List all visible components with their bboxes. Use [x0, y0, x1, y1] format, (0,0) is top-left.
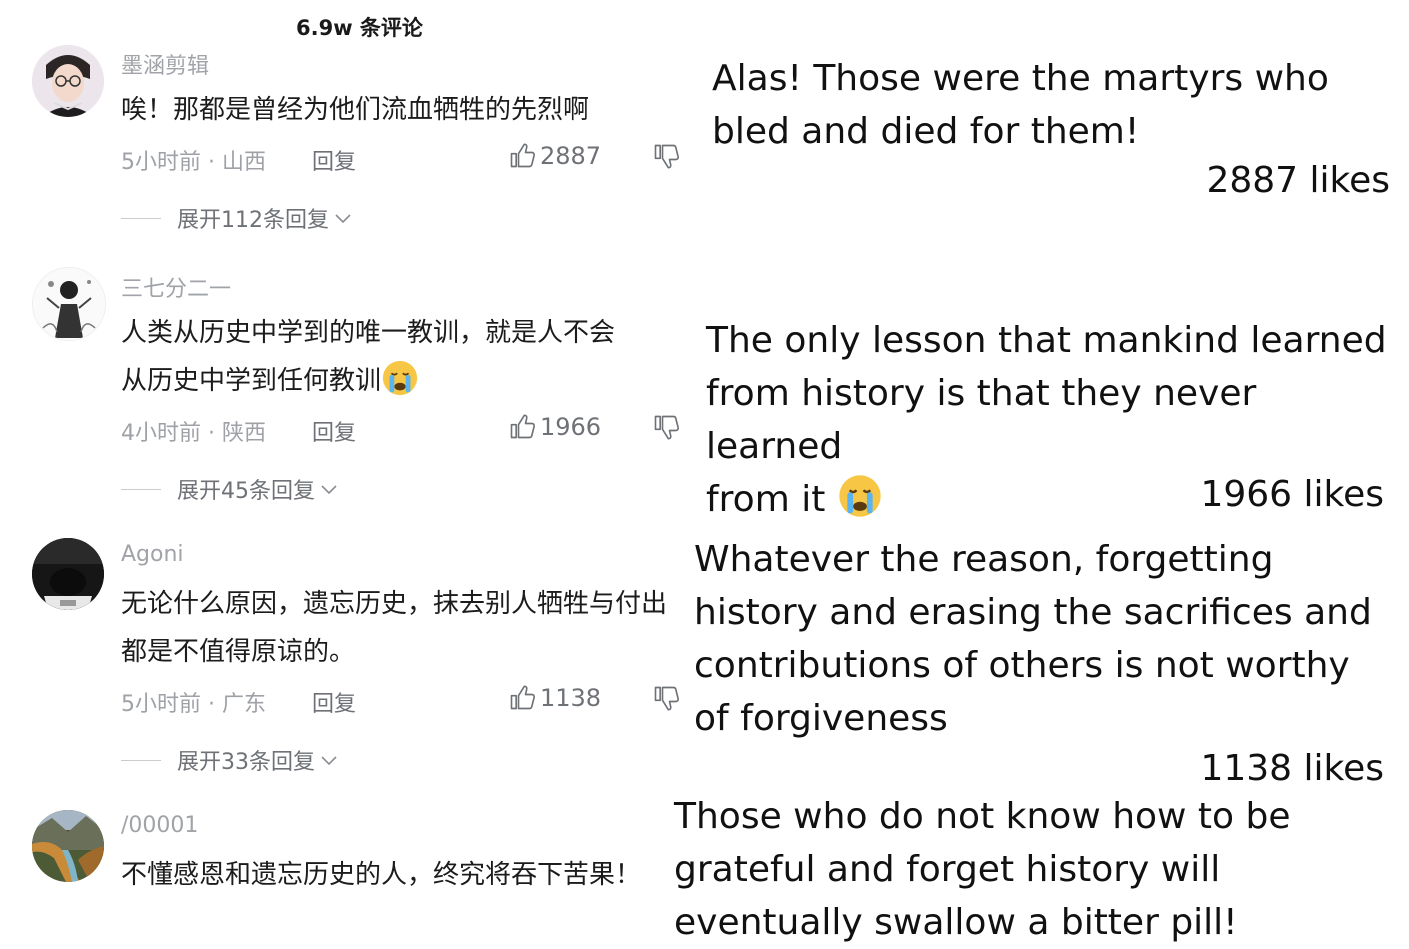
translation-3: Whatever the reason, forgetting history …	[694, 539, 1372, 739]
chevron-down-icon	[335, 214, 351, 224]
thumbs-up-icon	[510, 685, 536, 710]
thumbs-down-icon	[654, 144, 680, 169]
avatar-river-landscape-icon	[32, 810, 104, 882]
likes-translation-3: 1138 likes	[1200, 748, 1384, 789]
dislike-button[interactable]	[652, 413, 680, 445]
avatar[interactable]	[32, 45, 104, 117]
crying-face-emoji-icon	[839, 475, 881, 517]
comment-text-line-2: 从历史中学到任何教训	[121, 357, 681, 405]
reply-button[interactable]: 回复	[312, 144, 356, 176]
chevron-down-icon	[321, 485, 337, 495]
thumbs-down-icon	[654, 415, 680, 440]
comment-text: 无论什么原因，遗忘历史，抹去别人牺牲与付出都是不值得原谅的。	[121, 589, 668, 667]
username[interactable]: Agoni	[121, 542, 184, 567]
translation-2-line-1: The only lesson that mankind learned	[706, 320, 1387, 361]
time-location: 4小时前 · 陕西	[121, 421, 266, 446]
comment-count-title: 6.9w 条评论	[296, 16, 423, 40]
expand-replies-button[interactable]: 展开112条回复	[121, 202, 353, 234]
thumbs-down-icon	[654, 686, 680, 711]
username[interactable]: 三七分二一	[121, 271, 231, 303]
dislike-button[interactable]	[652, 142, 680, 174]
translation-2-line-2: from history is that they never learned	[706, 373, 1257, 467]
comment-text-line-2-content: 从历史中学到任何教训	[121, 366, 382, 396]
avatar[interactable]	[32, 267, 106, 341]
avatar[interactable]	[32, 810, 104, 882]
expand-replies-button[interactable]: 展开33条回复	[121, 744, 339, 776]
translation-1: Alas! Those were the martyrs who bled an…	[712, 58, 1329, 152]
likes-translation-1: 2887 likes	[1206, 160, 1390, 201]
like-button[interactable]: 1138	[508, 684, 601, 712]
likes-translation-2: 1966 likes	[1200, 474, 1384, 515]
comment-text: 人类从历史中学到的唯一教训，就是人不会 从历史中学到任何教训	[121, 309, 681, 405]
comment-text: 不懂感恩和遗忘历史的人，终究将吞下苦果！	[121, 860, 642, 890]
time-location: 5小时前 · 广东	[121, 692, 266, 717]
thumbs-up-icon	[510, 414, 536, 439]
like-count: 2887	[540, 142, 602, 170]
translation-2-line-3-content: from it	[706, 479, 826, 520]
avatar-person-glasses-icon	[32, 45, 104, 117]
like-count: 1138	[540, 684, 602, 712]
translation-4: Those who do not know how to be grateful…	[674, 796, 1291, 943]
comment-text-line-1: 人类从历史中学到的唯一教训，就是人不会	[121, 318, 616, 348]
like-button[interactable]: 1966	[508, 413, 601, 441]
crying-face-icon	[382, 360, 418, 396]
divider-line	[121, 759, 161, 761]
avatar[interactable]	[32, 538, 104, 610]
divider-line	[121, 217, 161, 219]
thumbs-up-icon	[510, 143, 536, 168]
chevron-down-icon	[321, 756, 337, 766]
reply-button[interactable]: 回复	[312, 686, 356, 718]
comment-text: 唉！那都是曾经为他们流血牺牲的先烈啊	[121, 95, 590, 125]
divider-line	[121, 488, 161, 490]
username[interactable]: 墨涵剪辑	[121, 48, 209, 80]
dislike-button[interactable]	[652, 684, 680, 716]
expand-replies-label: 展开33条回复	[177, 750, 315, 775]
like-count: 1966	[540, 413, 602, 441]
avatar-sketch-figure-icon	[33, 268, 105, 340]
username[interactable]: /00001	[121, 813, 198, 838]
expand-replies-label: 展开112条回复	[177, 208, 329, 233]
like-button[interactable]: 2887	[508, 142, 601, 170]
avatar-dark-figure-icon	[32, 538, 104, 610]
expand-replies-label: 展开45条回复	[177, 479, 315, 504]
time-location: 5小时前 · 山西	[121, 150, 266, 175]
expand-replies-button[interactable]: 展开45条回复	[121, 473, 339, 505]
reply-button[interactable]: 回复	[312, 415, 356, 447]
